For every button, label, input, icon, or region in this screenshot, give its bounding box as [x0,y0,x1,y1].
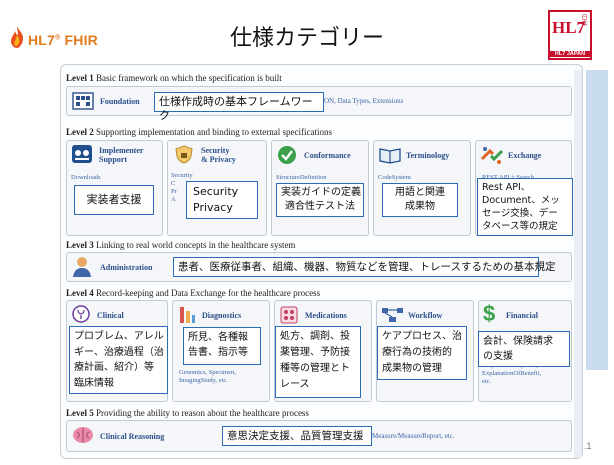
module-title: Terminology [406,151,450,160]
module-title: Implementer Support [99,146,144,164]
level-5-heading: Level 5 Providing the ability to reason … [66,408,309,418]
overlay-clinical: プロブレム、アレル ギー、治療過程（治 療計画、紹介）等 臨床情報 [69,326,168,394]
overlay-diagnostics: 所見、各種報 告書、指示等 [183,327,261,365]
module-title: Exchange [508,151,542,160]
foundation-icon [72,92,94,110]
module-title: Diagnostics [202,311,242,320]
overlay-administration: 患者、医療従事者、組織、機器、物質などを管理、トレースするための基本規定 [173,257,555,277]
level-2-heading: Level 2 Supporting implementation and bi… [66,127,332,137]
medications-icon [280,306,298,324]
exchange-icon [480,147,504,164]
module-faint-text: ON, Data Types, Extensions [324,97,404,105]
overlay-workflow: ケアプロセス、治 療行為の技術的 成果物の管理 [377,326,467,380]
administration-icon [73,257,91,277]
overlay-security: Security Privacy [186,181,258,219]
overlay-terminology: 用語と関連 成果物 [382,183,458,217]
overlay-financial: 会計、保険請求 の支援 [478,331,570,367]
module-title: Clinical Reasoning [100,432,165,441]
clinical-icon [72,305,90,323]
overlay-medications: 処方、調剤、投 薬管理、予防接 種等の管理とト レース [275,326,361,398]
module-title: Clinical [97,311,124,320]
module-faint-text: Downloads [71,174,101,181]
overlay-clinical-reasoning: 意思決定支援、品質管理支援 [222,426,372,446]
module-faint-text: CodeSystem [378,174,411,181]
overlay-conformance: 実装ガイドの定義 適合性テスト法 [276,183,364,217]
module-title: Administration [100,263,153,272]
module-faint-text: Genomics, Specimen, ImagingStudy, etc. [179,369,236,384]
workflow-icon [382,308,403,322]
overlay-implementer: 実装者支援 [74,185,154,215]
module-title: Conformance [304,151,351,160]
implementer-support-icon [72,145,92,163]
security-privacy-icon [175,145,193,164]
slide-number: .1 [584,441,592,451]
level-3-heading: Level 3 Linking to real world concepts i… [66,240,296,250]
module-title: Medications [305,311,347,320]
module-title: Foundation [100,97,140,106]
module-title: Workflow [408,311,443,320]
dollar-icon: $ [483,301,496,326]
overlay-foundation: 仕様作成時の基本フレームワーク [154,92,324,122]
module-title: Security & Privacy [201,146,236,164]
frame-right-strip [574,70,582,458]
overlay-exchange: Rest API、 Document、メッ セージ交換、デー タベース等の規定 [477,178,573,236]
level-1-heading: Level 1 Basic framework on which the spe… [66,73,282,83]
module-title: Financial [506,311,539,320]
diagnostics-icon [180,307,195,323]
level-4-heading: Level 4 Record-keeping and Data Exchange… [66,288,321,298]
side-accent-bar [586,70,608,370]
hl7-japan-logo: HL7 日本 HL7 JAPAN [548,10,592,60]
conformance-icon [278,146,296,164]
terminology-icon [379,148,401,164]
brain-icon [73,427,93,443]
module-faint-text: StructureDefinition [276,174,327,181]
page-title: 仕様カテゴリー [229,26,384,51]
module-faint-text: Measure/MeasureReport, etc. [372,432,455,440]
